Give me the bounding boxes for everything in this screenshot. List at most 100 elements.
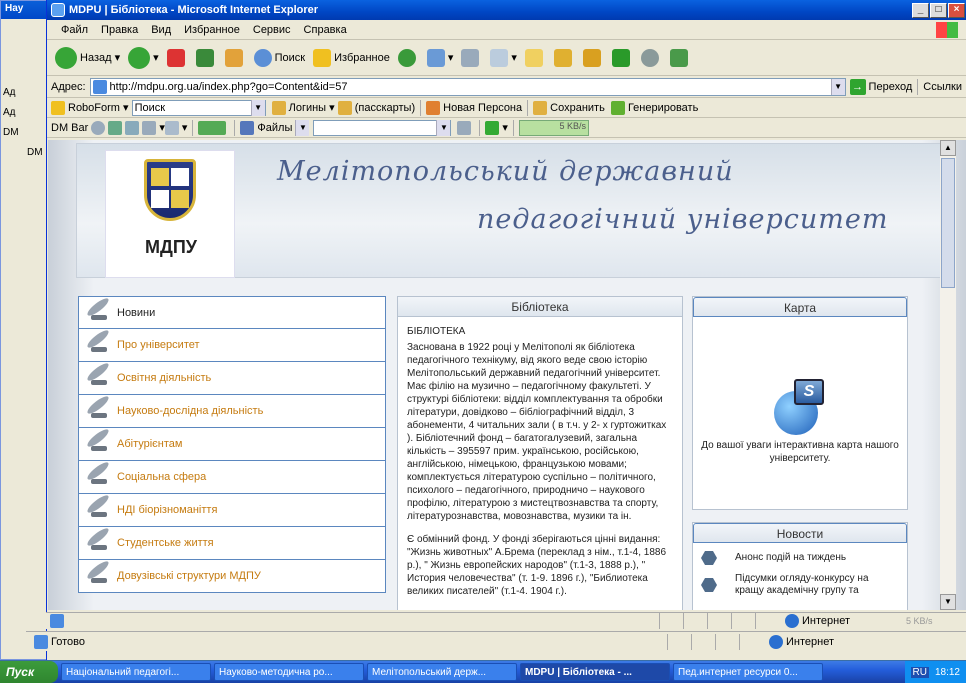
start-button[interactable]: Пуск [0, 661, 58, 683]
favorites-button[interactable]: Избранное [313, 48, 390, 67]
close-button[interactable]: × [948, 2, 965, 18]
background-row: DM [27, 147, 43, 158]
dmbar-label[interactable]: DM Bar [51, 122, 88, 134]
title-bar[interactable]: MDPU | Бібліотека - Microsoft Internet E… [47, 0, 966, 20]
menu-edit[interactable]: Правка [101, 24, 138, 36]
links-button[interactable]: Ссылки [923, 81, 962, 93]
nav-item-biodiversity[interactable]: НДІ біорізноманіття [78, 494, 386, 527]
users-button[interactable] [669, 48, 691, 67]
generate-icon [610, 100, 625, 115]
globe-map-icon[interactable]: S [770, 379, 830, 435]
menu-favorites[interactable]: Избранное [184, 24, 240, 36]
refresh-button[interactable] [195, 48, 217, 67]
history-button[interactable] [397, 48, 419, 67]
dm-pr-icon[interactable] [164, 120, 179, 135]
favorites-label: Избранное [334, 51, 390, 64]
nav-item-news[interactable]: Новини [78, 296, 386, 329]
passcards-button[interactable]: (пасскарты) [355, 102, 415, 114]
folder-icon [524, 48, 543, 67]
home-button[interactable] [224, 48, 246, 67]
maximize-button[interactable]: □ [930, 2, 947, 18]
forward-button[interactable]: ▾ [128, 46, 159, 69]
taskbar-item-active[interactable]: MDPU | Бібліотека - ... [520, 663, 670, 681]
page-viewport[interactable]: МДПУ Мелітопольський державний педагогіч… [48, 140, 966, 610]
zone-label: Интернет [802, 615, 850, 627]
nav-item-student-life[interactable]: Студентське життя [78, 527, 386, 560]
messenger-button[interactable] [611, 48, 633, 67]
clock[interactable]: 18:12 [935, 667, 960, 678]
map-panel[interactable]: Карта S До вашої уваги інтерактивна карт… [692, 296, 908, 510]
dm-url-field[interactable]: ▼ [313, 119, 452, 136]
files-button[interactable]: Файлы [257, 122, 292, 134]
menu-help[interactable]: Справка [304, 24, 347, 36]
menu-file[interactable]: Файл [61, 24, 88, 36]
go-label: Переход [868, 80, 913, 93]
scroll-up-icon[interactable]: ▲ [940, 140, 956, 156]
taskbar-item[interactable]: Пед.интернет ресурси 0... [673, 663, 823, 681]
nav-label: Про університет [117, 339, 200, 351]
taskbar-item[interactable]: Національний педагогі... [61, 663, 211, 681]
generate-button[interactable]: Генерировать [628, 102, 698, 114]
standard-toolbar: Назад ▾ ▾ Поиск Избранное ▾ ▾ [47, 40, 966, 76]
print-button[interactable] [461, 48, 482, 67]
quill-icon [83, 301, 115, 325]
roboform-dropdown-icon[interactable]: ▼ [250, 99, 265, 116]
save-button[interactable]: Сохранить [550, 102, 605, 114]
menu-view[interactable]: Вид [151, 24, 171, 36]
dm-speed-meter: 5 KB/s [518, 119, 589, 136]
back-button[interactable]: Назад ▾ [55, 46, 120, 69]
hexagon-icon [701, 578, 717, 592]
background-window[interactable]: Hay Ад Ад DM DM [0, 0, 48, 660]
news-item[interactable]: Анонс подій на тиждень [693, 543, 907, 565]
minimize-button[interactable]: _ [912, 2, 929, 18]
logins-button[interactable]: Логины [289, 102, 326, 114]
nav-item-applicants[interactable]: Абітурієнтам [78, 428, 386, 461]
research-button[interactable] [553, 48, 575, 67]
address-dropdown-icon[interactable]: ▼ [830, 78, 845, 95]
dm-url-dropdown-icon[interactable]: ▼ [436, 119, 451, 136]
nav-item-research[interactable]: Науково-дослідна діяльність [78, 395, 386, 428]
passcards-icon [337, 100, 352, 115]
dm-tool-icon[interactable] [142, 120, 157, 135]
vertical-scrollbar[interactable]: ▲ ▼ [940, 140, 956, 610]
roboform-label[interactable]: RoboForm [68, 102, 120, 114]
dm-grid-icon[interactable] [125, 120, 140, 135]
university-logo[interactable]: МДПУ [105, 150, 235, 278]
news-item[interactable]: Підсумки огляду-конкурсу на кращу академ… [693, 565, 907, 597]
go-button[interactable]: → Переход [849, 78, 913, 95]
dm-gear-icon[interactable] [91, 120, 106, 135]
edit-button[interactable]: ▾ [490, 48, 517, 67]
files-dropdown-icon[interactable]: ▼ [295, 119, 310, 136]
taskbar-item[interactable]: Науково-методична ро... [214, 663, 364, 681]
language-indicator[interactable]: RU [910, 666, 929, 678]
dm-download-icon[interactable] [485, 120, 500, 135]
nav-item-preuniversity[interactable]: Довузівські структури МДПУ [78, 560, 386, 593]
scroll-thumb[interactable] [941, 158, 955, 288]
stop-button[interactable] [166, 48, 188, 67]
dm-check-icon[interactable] [198, 120, 227, 135]
roboform-search-field[interactable]: Поиск ▼ [131, 99, 266, 116]
folder-button[interactable] [524, 48, 546, 67]
menu-tools[interactable]: Сервис [253, 24, 291, 36]
address-field[interactable]: ▼ [89, 77, 846, 96]
url-input[interactable] [109, 80, 831, 93]
quill-icon [83, 564, 115, 588]
library-heading: БІБЛІОТЕКА [407, 326, 466, 337]
scroll-down-icon[interactable]: ▼ [940, 594, 956, 610]
nav-item-about[interactable]: Про університет [78, 329, 386, 362]
dm-add-icon[interactable] [108, 120, 123, 135]
mail-button[interactable]: ▾ [426, 48, 453, 67]
plugin-button[interactable] [640, 48, 662, 67]
tool-button[interactable] [582, 48, 604, 67]
roboform-icon [51, 100, 65, 115]
taskbar-item[interactable]: Мелітопольський держ... [367, 663, 517, 681]
nav-item-social[interactable]: Соціальна сфера [78, 461, 386, 494]
nav-item-education[interactable]: Освітня діяльність [78, 362, 386, 395]
menu-bar: Файл Правка Вид Избранное Сервис Справка [47, 20, 966, 40]
logo-text: МДПУ [145, 237, 197, 257]
quill-icon [83, 366, 115, 390]
dm-search-icon[interactable] [457, 120, 472, 135]
new-persona-button[interactable]: Новая Персона [443, 102, 522, 114]
search-button[interactable]: Поиск [253, 48, 305, 67]
library-panel-title: Бібліотека [398, 297, 682, 317]
